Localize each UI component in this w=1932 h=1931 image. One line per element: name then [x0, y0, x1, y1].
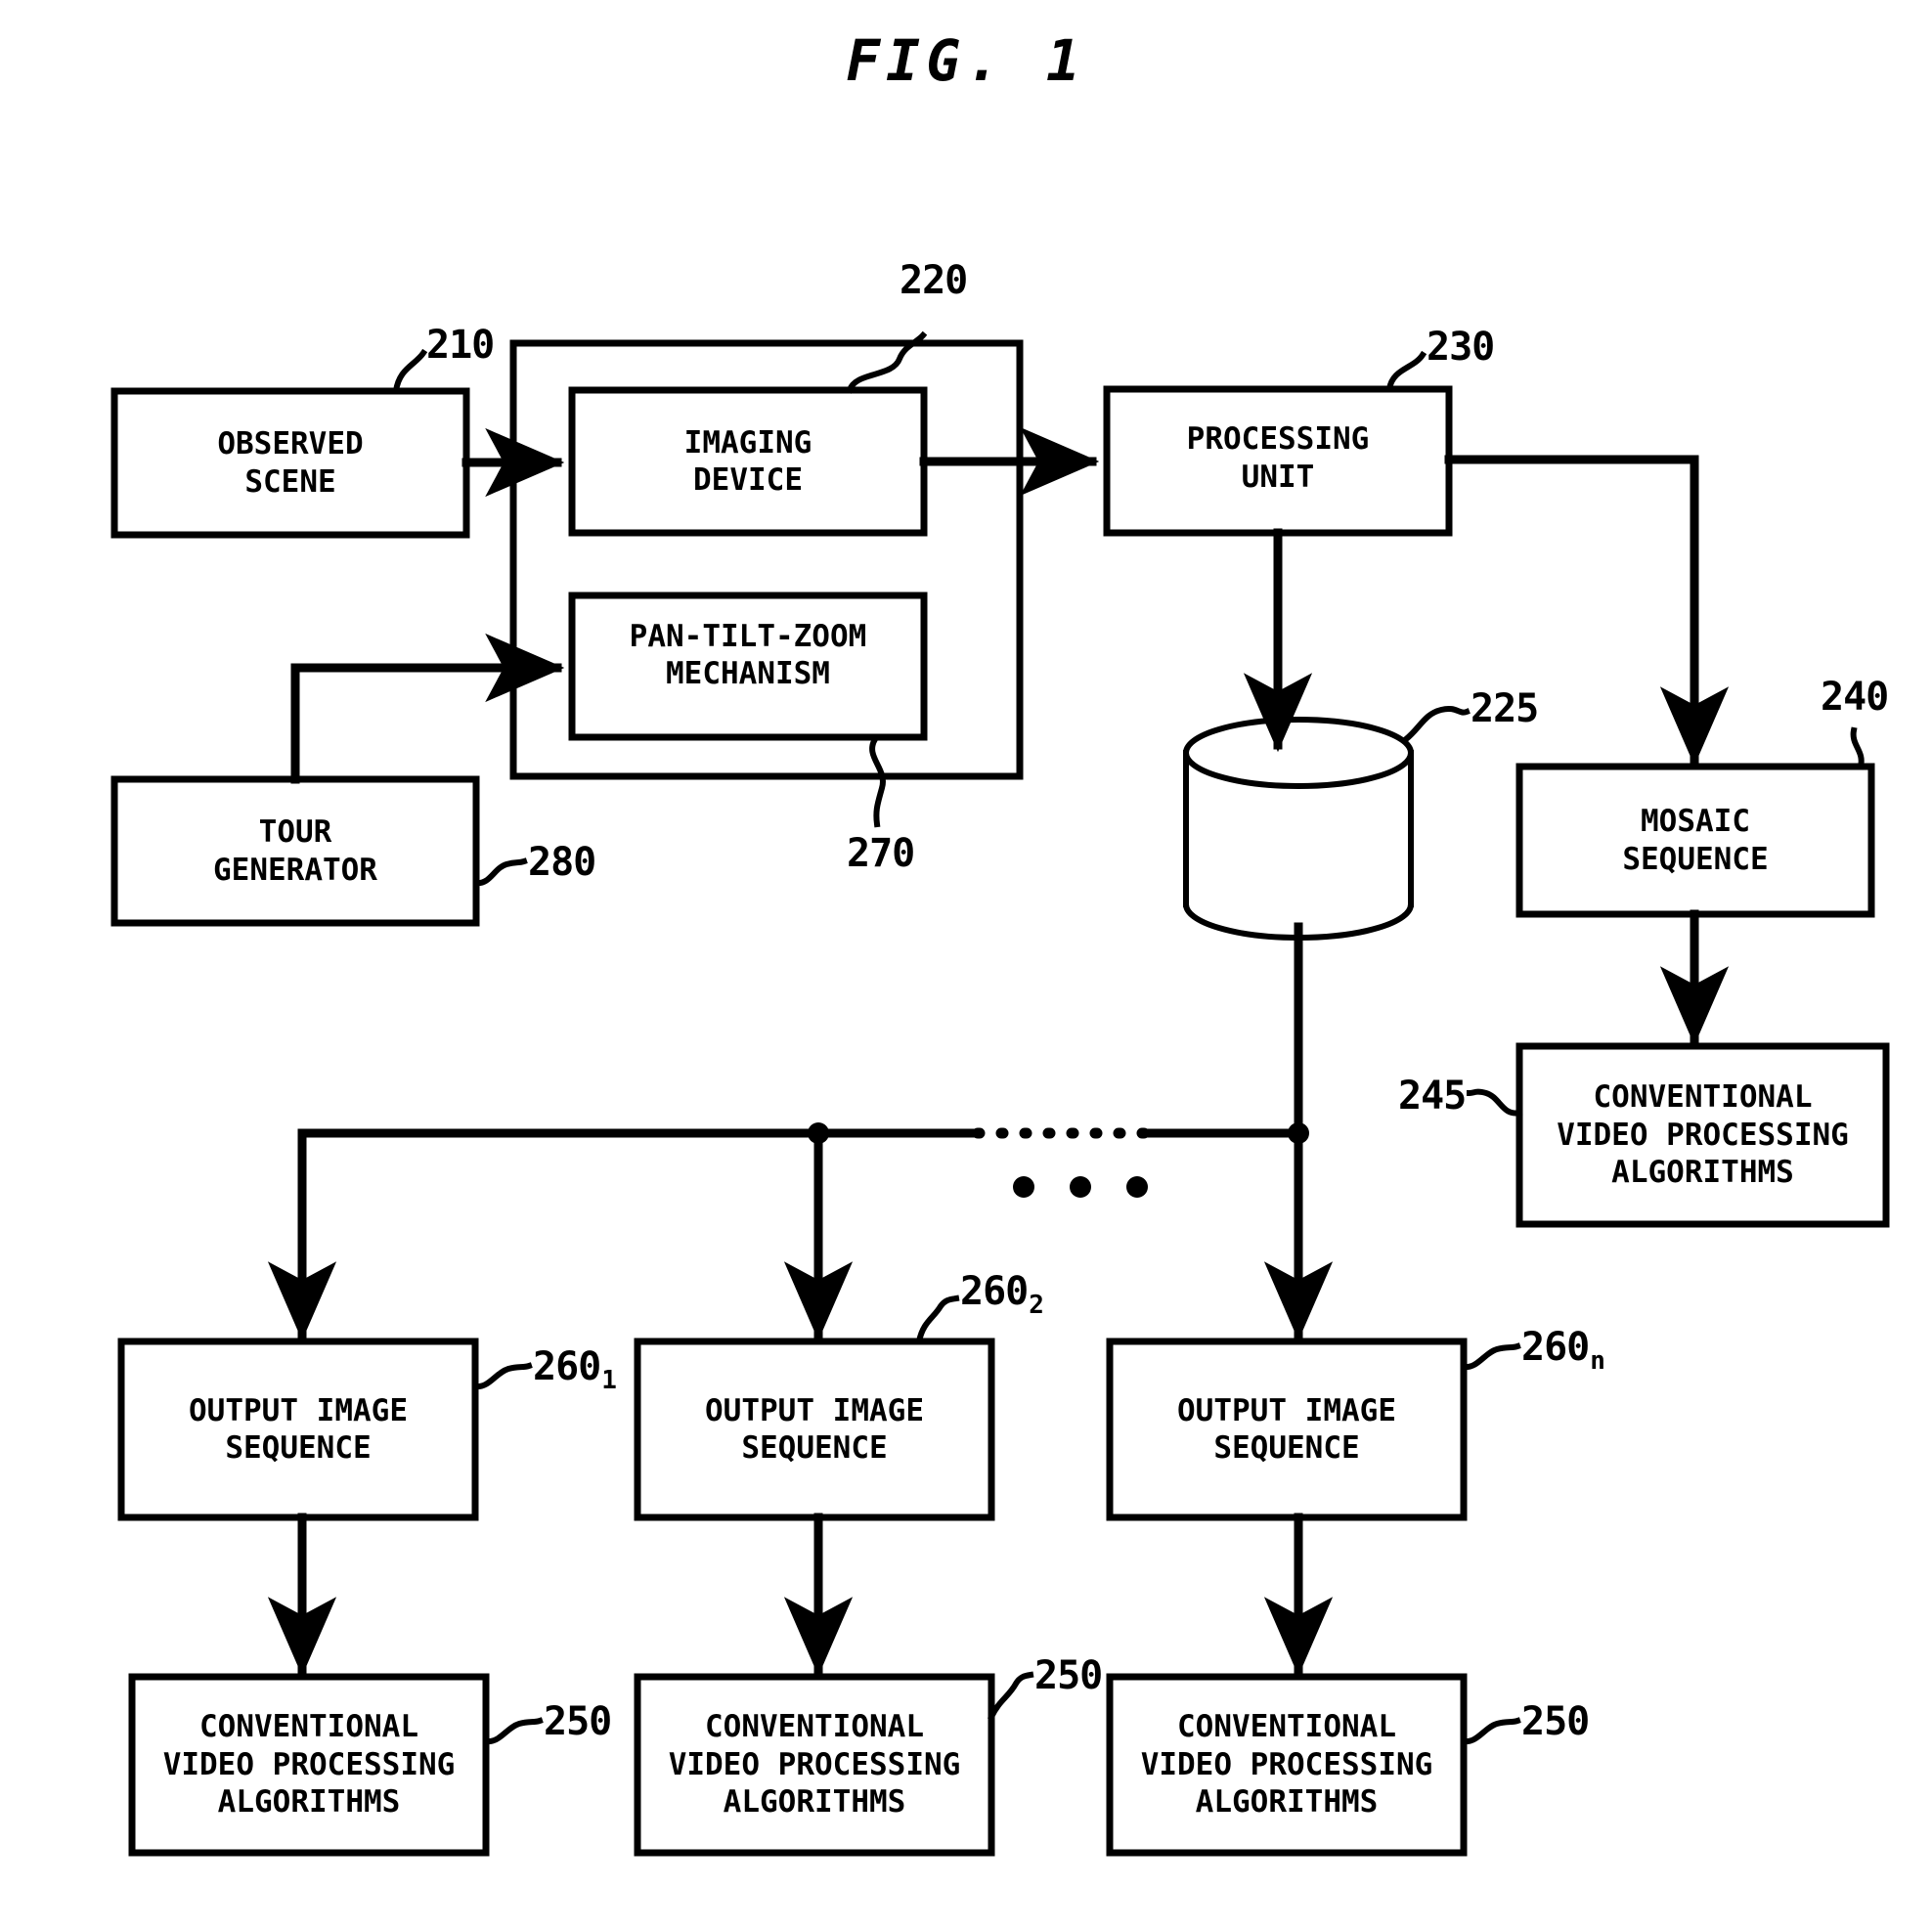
connector-tour-to-ptz — [290, 633, 565, 784]
reference-numeral-250-2: 250 — [1034, 1653, 1103, 1698]
reference-numeral-260-2: 2602 — [960, 1269, 1044, 1320]
cvpa-1-box — [128, 1673, 490, 1857]
reference-numeral-250-1: 250 — [544, 1699, 612, 1744]
reference-numeral-260-1: 2601 — [533, 1344, 617, 1395]
patent-figure-sheet: FIG. 1 OBSERVED SCENE IMAGING DEVICE PAN… — [0, 0, 1932, 1931]
reference-numeral-245: 245 — [1398, 1074, 1467, 1119]
leader-210 — [392, 348, 428, 395]
leader-240 — [1850, 726, 1865, 770]
observed-scene-box — [110, 387, 470, 539]
leader-280 — [472, 857, 528, 887]
leader-260-n — [1460, 1342, 1521, 1371]
leader-245 — [1466, 1088, 1523, 1117]
cvpa-mosaic-box — [1515, 1042, 1890, 1228]
imaging-device-box — [568, 386, 928, 537]
leader-230 — [1385, 350, 1427, 393]
output-image-sequence-n-box — [1106, 1338, 1468, 1521]
reference-numeral-250-n: 250 — [1521, 1699, 1590, 1744]
pan-tilt-zoom-box — [568, 592, 928, 741]
cvpa-n-box — [1106, 1673, 1468, 1857]
cvpa-2-box — [634, 1673, 995, 1857]
three-dot-ellipsis — [1013, 1176, 1148, 1198]
output-image-sequence-1-box — [117, 1338, 479, 1521]
leader-250-2 — [988, 1671, 1034, 1721]
leader-250-1 — [482, 1717, 544, 1745]
leader-260-2 — [915, 1295, 960, 1345]
reference-numeral-240: 240 — [1821, 675, 1889, 720]
leader-270 — [869, 734, 886, 828]
reference-numeral-260-n-base: 260 — [1521, 1325, 1590, 1370]
leader-250-n — [1460, 1717, 1521, 1745]
camera-assembly-container — [509, 339, 1024, 780]
reference-numeral-260-n: 260n — [1521, 1325, 1605, 1376]
reference-numeral-280: 280 — [528, 840, 596, 885]
processing-unit-box — [1103, 385, 1453, 537]
database-cylinder — [1182, 717, 1415, 941]
reference-numeral-260-2-subscript: 2 — [1029, 1291, 1044, 1320]
leader-260-1 — [471, 1362, 533, 1390]
reference-numeral-210: 210 — [426, 323, 495, 368]
leader-225 — [1401, 706, 1471, 744]
reference-numeral-270: 270 — [847, 831, 915, 876]
mosaic-sequence-box — [1515, 763, 1875, 918]
reference-numeral-260-2-base: 260 — [960, 1269, 1029, 1314]
reference-numeral-260-n-subscript: n — [1590, 1346, 1605, 1376]
reference-numeral-220: 220 — [900, 258, 968, 303]
output-image-sequence-2-box — [634, 1338, 995, 1521]
reference-numeral-225: 225 — [1471, 686, 1539, 731]
reference-numeral-230: 230 — [1427, 325, 1495, 370]
tour-generator-box — [110, 775, 480, 927]
reference-numeral-260-1-base: 260 — [533, 1344, 601, 1389]
reference-numeral-260-1-subscript: 1 — [601, 1366, 617, 1395]
